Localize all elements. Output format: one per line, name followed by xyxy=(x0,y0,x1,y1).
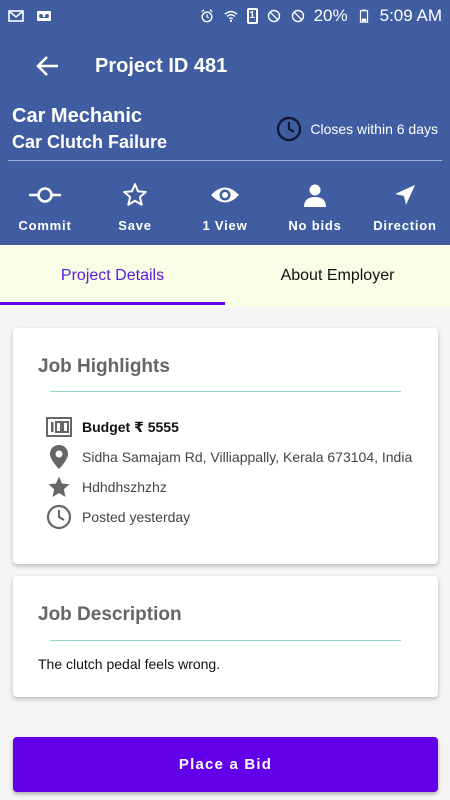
job-description-title: Job Description xyxy=(38,604,182,625)
job-name: Car Clutch Failure xyxy=(12,132,168,152)
star-outline-icon xyxy=(123,183,147,206)
voicemail-icon xyxy=(37,10,51,21)
clock-icon xyxy=(46,504,72,530)
alarm-icon xyxy=(200,8,213,22)
posted-text: Posted yesterday xyxy=(82,509,191,525)
tab-about-employer[interactable]: About Employer xyxy=(225,245,450,307)
closes-text: Closes within 6 days xyxy=(310,121,438,137)
description-divider xyxy=(50,640,401,641)
arrow-left-icon xyxy=(36,56,58,76)
place-bid-button[interactable]: Place a Bid xyxy=(13,737,438,792)
budget-row: Budget ₹ 5555 xyxy=(46,414,179,440)
commit-icon xyxy=(29,187,61,203)
save-button[interactable]: Save xyxy=(90,181,180,233)
description-text: The clutch pedal feels wrong. xyxy=(38,656,221,672)
job-category: Car Mechanic xyxy=(12,105,143,127)
wifi-icon xyxy=(224,10,238,22)
page-title: Project ID 481 xyxy=(95,54,228,77)
job-highlights-card: Job Highlights Budget ₹ 5555 Sidha Samaj… xyxy=(13,328,438,564)
person-icon xyxy=(304,184,326,207)
direction-button[interactable]: Direction xyxy=(360,181,450,233)
location-row: Sidha Samajam Rd, Villiappally, Kerala 6… xyxy=(46,444,412,470)
bids-label: No bids xyxy=(288,218,342,233)
location-pin-icon xyxy=(50,445,68,469)
no-signal-icon xyxy=(291,9,304,22)
highlights-divider xyxy=(50,391,401,392)
action-bar: Commit Save 1 View No bids Direction xyxy=(0,181,450,233)
job-description-card: Job Description The clutch pedal feels w… xyxy=(13,576,438,697)
clock-icon xyxy=(277,116,302,142)
commit-label: Commit xyxy=(18,218,72,233)
tab-project-details[interactable]: Project Details xyxy=(0,245,225,307)
sim-icon: 1 xyxy=(246,7,258,24)
job-highlights-title: Job Highlights xyxy=(38,356,170,377)
location-text: Sidha Samajam Rd, Villiappally, Kerala 6… xyxy=(82,449,413,465)
skill-row: Hdhdhszhzhz xyxy=(46,474,167,500)
commit-button[interactable]: Commit xyxy=(0,181,90,233)
views-button[interactable]: 1 View xyxy=(180,181,270,233)
email-icon xyxy=(8,9,24,22)
project-header: Project ID 481 Car Mechanic Car Clutch F… xyxy=(0,31,450,245)
cash-icon xyxy=(46,417,72,437)
status-bar: 1 20% 5:09 AM xyxy=(0,0,450,31)
header-divider xyxy=(8,160,442,161)
navigation-icon xyxy=(395,185,415,205)
posted-row: Posted yesterday xyxy=(46,504,190,530)
battery-icon xyxy=(359,8,368,23)
back-button[interactable] xyxy=(33,51,63,81)
do-not-disturb-icon xyxy=(267,9,280,22)
star-icon xyxy=(48,476,70,497)
save-label: Save xyxy=(118,218,152,233)
direction-label: Direction xyxy=(373,218,437,233)
views-label: 1 View xyxy=(202,218,248,233)
app-bar: Project ID 481 xyxy=(0,31,450,101)
eye-icon xyxy=(211,187,239,203)
clock-time: 5:09 AM xyxy=(379,5,442,25)
tab-bar: Project Details About Employer xyxy=(0,245,450,307)
closing-info: Closes within 6 days xyxy=(276,103,438,155)
bids-button[interactable]: No bids xyxy=(270,181,360,233)
battery-percent: 20% xyxy=(313,5,348,25)
budget-text: Budget ₹ 5555 xyxy=(82,418,179,435)
skill-text: Hdhdhszhzhz xyxy=(82,479,167,495)
